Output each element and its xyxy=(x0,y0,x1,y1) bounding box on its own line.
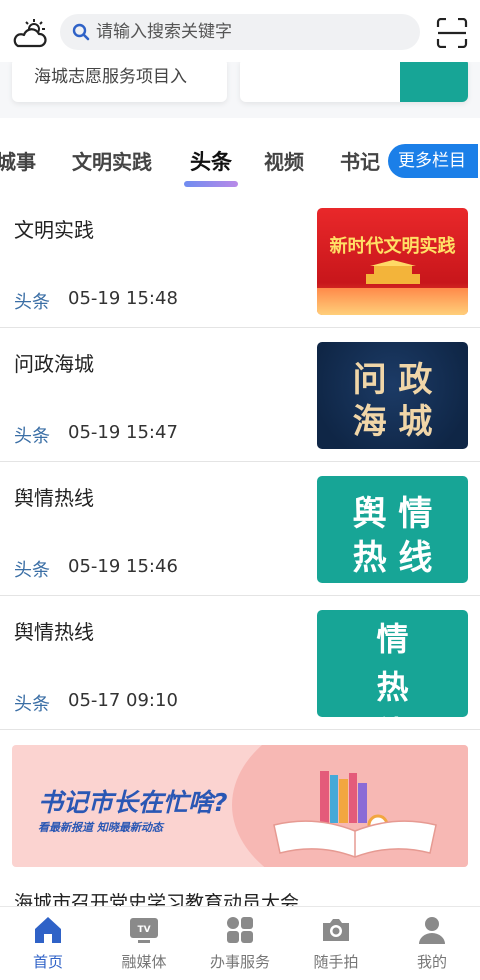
nav-snapshot[interactable]: 随手拍 xyxy=(288,907,384,980)
nav-snapshot-label: 随手拍 xyxy=(313,953,359,971)
open-book-icon xyxy=(273,771,437,858)
thumbnail-caption-line2: 热 线 xyxy=(352,538,433,578)
tab-civilization[interactable]: 文明实践 xyxy=(72,146,152,175)
news-title: 舆情热线 xyxy=(14,486,94,510)
volunteer-card-label: 海城志愿服务项目入 xyxy=(34,67,187,87)
thumbnail-caption-line2: 热 xyxy=(376,668,409,706)
active-tab-indicator xyxy=(184,181,238,187)
news-thumbnail: 新时代文明实践 xyxy=(317,208,468,315)
news-tag: 头条 xyxy=(14,426,50,447)
banner-subtitle: 看最新报道 知晓最新动态 xyxy=(38,821,163,834)
grid-icon xyxy=(227,917,253,943)
scan-icon[interactable] xyxy=(436,18,468,48)
news-time: 05-19 15:48 xyxy=(68,288,178,309)
news-time: 05-19 15:47 xyxy=(68,422,178,443)
thumbnail-caption: 新时代文明实践 xyxy=(329,236,456,257)
home-icon xyxy=(35,917,61,943)
news-time: 05-19 15:46 xyxy=(68,556,178,577)
category-tabs: 城事 文明实践 头条 视频 书记 更多栏目 xyxy=(0,118,480,194)
thumbnail-caption-line1: 情 xyxy=(376,620,409,658)
nav-media[interactable]: TV 融媒体 xyxy=(96,907,192,980)
nav-profile-label: 我的 xyxy=(416,953,447,971)
feature-card-2[interactable] xyxy=(240,58,468,102)
thumbnail-caption-line3: 线 xyxy=(317,708,468,717)
news-item[interactable]: 问政海城 头条 05-19 15:47 问 政 海 城 xyxy=(0,328,480,462)
thumbnail-cloud xyxy=(317,288,468,315)
nav-home-label: 首页 xyxy=(32,953,63,971)
news-thumbnail: 舆 情 热 线 xyxy=(317,476,468,583)
feature-cards: 海城志愿服务项目入 xyxy=(0,58,480,118)
user-icon xyxy=(419,917,445,944)
app-header: 请输入搜索关键字 xyxy=(0,0,480,62)
nav-profile[interactable]: 我的 xyxy=(384,907,480,980)
thumbnail-caption-line1: 舆 情 xyxy=(352,494,433,534)
nav-media-label: 融媒体 xyxy=(121,953,167,971)
bottom-navigation: 首页 TV 融媒体 办事服务 随手拍 我的 xyxy=(0,906,480,980)
search-placeholder[interactable]: 请输入搜索关键字 xyxy=(96,21,232,43)
nav-services[interactable]: 办事服务 xyxy=(192,907,288,980)
news-tag: 头条 xyxy=(14,694,50,715)
tab-city[interactable]: 城事 xyxy=(0,146,36,175)
svg-text:TV: TV xyxy=(137,925,150,935)
nav-home[interactable]: 首页 xyxy=(0,907,96,980)
thumbnail-caption-line2: 海 城 xyxy=(352,402,433,442)
feature-card-image xyxy=(400,58,468,102)
camera-icon xyxy=(323,919,349,941)
nav-services-label: 办事服务 xyxy=(209,953,270,971)
banner-title: 书记市长在忙啥? xyxy=(38,788,228,817)
cloud-sun-icon[interactable] xyxy=(12,18,48,50)
more-columns-button[interactable]: 更多栏目 xyxy=(388,144,478,178)
news-tag: 头条 xyxy=(14,292,50,313)
news-item[interactable]: 舆情热线 头条 05-17 09:10 情 热 线 xyxy=(0,596,480,730)
search-icon xyxy=(72,23,90,41)
promo-banner[interactable]: 书记市长在忙啥? 看最新报道 知晓最新动态 xyxy=(12,745,468,867)
news-time: 05-17 09:10 xyxy=(68,690,178,711)
tiananmen-icon xyxy=(366,260,420,284)
news-thumbnail: 情 热 线 xyxy=(317,610,468,717)
news-title: 文明实践 xyxy=(14,218,94,242)
news-title: 问政海城 xyxy=(14,352,94,376)
tab-video[interactable]: 视频 xyxy=(264,146,304,175)
volunteer-card[interactable]: 海城志愿服务项目入 xyxy=(12,58,227,102)
search-bar[interactable]: 请输入搜索关键字 xyxy=(60,14,420,50)
tab-headline[interactable]: 头条 xyxy=(190,146,232,176)
news-item[interactable]: 文明实践 头条 05-19 15:48 新时代文明实践 xyxy=(0,194,480,328)
news-item[interactable]: 舆情热线 头条 05-19 15:46 舆 情 热 线 xyxy=(0,462,480,596)
tab-secretary[interactable]: 书记 xyxy=(340,146,380,175)
tv-icon: TV xyxy=(130,918,158,943)
news-tag: 头条 xyxy=(14,560,50,581)
news-thumbnail: 问 政 海 城 xyxy=(317,342,468,449)
news-title: 舆情热线 xyxy=(14,620,94,644)
